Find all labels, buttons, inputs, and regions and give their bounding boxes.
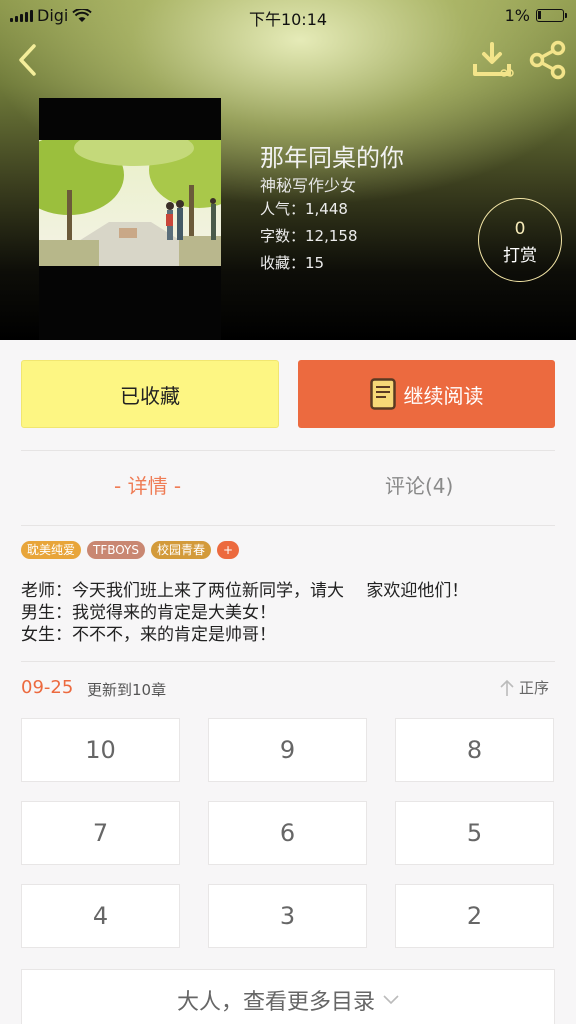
- sort-label: 正序: [519, 679, 550, 697]
- chapter-button[interactable]: 8: [395, 718, 554, 782]
- divider: [21, 661, 555, 662]
- back-button[interactable]: [14, 40, 42, 80]
- favorite-label: 已收藏: [120, 383, 180, 408]
- continue-reading-label: 继续阅读: [403, 383, 484, 408]
- chapter-button[interactable]: 9: [208, 718, 367, 782]
- synopsis: 老师：今天我们班上来了两位新同学，请大 家欢迎他们！ 男生：我觉得来的肯定是大美…: [21, 580, 561, 646]
- share-icon: [529, 40, 566, 80]
- chapter-button[interactable]: 4: [21, 884, 180, 948]
- book-icon: [369, 378, 396, 410]
- chapter-button[interactable]: 6: [208, 801, 367, 865]
- favorite-button[interactable]: 已收藏: [21, 360, 279, 428]
- favorites-stat: 收藏：15: [260, 254, 325, 272]
- continue-reading-button[interactable]: 继续阅读: [298, 360, 555, 428]
- book-author[interactable]: 神秘写作少女: [260, 172, 356, 196]
- battery-icon: [536, 9, 567, 22]
- chapter-button[interactable]: 2: [395, 884, 554, 948]
- more-chapters-button[interactable]: 大人，查看更多目录: [21, 969, 555, 1024]
- chapter-button[interactable]: 5: [395, 801, 554, 865]
- chapter-button[interactable]: 3: [208, 884, 367, 948]
- synopsis-line: 老师：今天我们班上来了两位新同学，请大 家欢迎他们！: [21, 581, 469, 601]
- chapter-button[interactable]: 7: [21, 801, 180, 865]
- cover-image: [39, 140, 221, 266]
- add-tag-button[interactable]: +: [217, 541, 240, 559]
- tag[interactable]: TFBOYS: [87, 541, 146, 559]
- book-title: 那年同桌的你: [260, 144, 404, 172]
- update-date: 09-25: [21, 677, 74, 698]
- sort-order-button[interactable]: 正序: [499, 677, 549, 698]
- chevron-down-icon: [383, 995, 399, 1005]
- tip-button[interactable]: 0 打赏: [478, 198, 562, 282]
- tag[interactable]: 耽美纯爱: [21, 541, 82, 559]
- update-text: 更新到10章: [87, 681, 167, 699]
- synopsis-line: 男生：我觉得来的肯定是大美女！: [21, 603, 276, 623]
- divider: [21, 525, 555, 526]
- tab-comments[interactable]: 评论(4): [385, 470, 453, 499]
- synopsis-line: 女生：不不不，来的肯定是帅哥！: [21, 625, 276, 645]
- tab-detail[interactable]: - 详情 -: [114, 470, 181, 499]
- more-chapters-label: 大人，查看更多目录: [176, 990, 375, 1015]
- tag-list: 耽美纯爱 TFBOYS 校园青春 +: [21, 541, 240, 559]
- popularity-stat: 人气：1,448: [260, 200, 348, 218]
- status-time: 下午10:14: [248, 10, 328, 29]
- status-bar: Digi 下午10:14 1%: [0, 0, 576, 32]
- divider: [21, 450, 555, 451]
- arrow-up-icon: [500, 679, 514, 696]
- chevron-left-icon: [19, 44, 36, 76]
- battery-percent: 1%: [504, 6, 530, 25]
- word-count-stat: 字数：12,158: [260, 227, 358, 245]
- share-button[interactable]: [528, 40, 568, 80]
- book-cover[interactable]: [39, 98, 221, 340]
- chapter-button[interactable]: 10: [21, 718, 180, 782]
- tip-label: 打赏: [503, 246, 537, 266]
- battery-group: 1%: [504, 6, 567, 25]
- tip-count: 0: [514, 219, 526, 239]
- book-header: Digi 下午10:14 1% 那年同桌的你 神秘写作少女 人气：1,448 字…: [0, 0, 576, 340]
- download-button[interactable]: [472, 40, 516, 80]
- tag[interactable]: 校园青春: [151, 541, 212, 559]
- download-icon: [473, 42, 514, 77]
